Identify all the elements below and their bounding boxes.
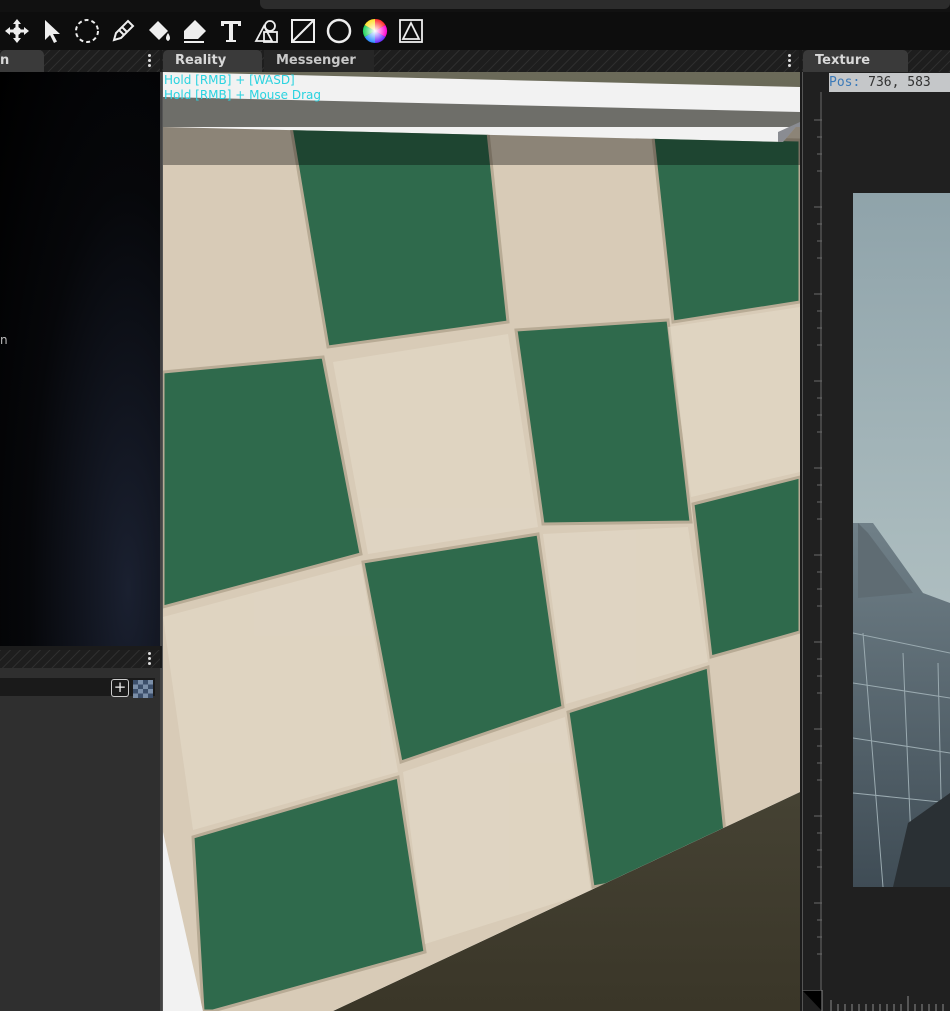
left-lower-header: [0, 650, 160, 668]
window-top-strip: [0, 0, 950, 12]
left-panel-view: n: [0, 72, 162, 646]
position-value: 736, 583: [868, 75, 931, 90]
hint-wasd: Hold [RMB] + [WASD]: [164, 73, 295, 87]
tab-texture[interactable]: Texture: [803, 50, 908, 72]
tab-left-panel-label: n: [0, 53, 10, 68]
position-label: Pos:: [829, 75, 861, 90]
line-icon[interactable]: [288, 16, 318, 46]
text-icon[interactable]: [216, 16, 246, 46]
move-icon[interactable]: [2, 16, 32, 46]
position-readout: Pos: 736, 583: [829, 73, 950, 92]
ellipse-icon[interactable]: [324, 16, 354, 46]
pencil-icon[interactable]: [108, 16, 138, 46]
tiled-slab-3d: [163, 72, 800, 1011]
horizontal-ruler: [802, 990, 944, 1011]
fill-bucket-icon[interactable]: [144, 16, 174, 46]
reality-viewport[interactable]: Hold [RMB] + [WASD] Hold [RMB] + Mouse D…: [162, 72, 800, 1011]
lasso-select-icon[interactable]: [72, 16, 102, 46]
eraser-icon[interactable]: [180, 16, 210, 46]
color-wheel-icon[interactable]: [360, 16, 390, 46]
tab-reality[interactable]: Reality: [163, 50, 262, 72]
tab-reality-label: Reality: [175, 53, 227, 68]
texture-panel-header: Texture: [802, 50, 950, 72]
texture-preview: [853, 193, 950, 887]
left-lower-menu-icon[interactable]: [147, 652, 153, 666]
left-panel-header: n: [0, 50, 160, 72]
hint-mouse-drag: Hold [RMB] + Mouse Drag: [164, 88, 321, 102]
left-panel-label-fragment: n: [0, 333, 8, 347]
transform-icon[interactable]: [396, 16, 426, 46]
left-lower-panel: [0, 668, 162, 1011]
shapes-icon[interactable]: [252, 16, 282, 46]
center-panel-header: Reality Messenger: [162, 50, 799, 72]
center-panel-menu-icon[interactable]: [787, 54, 793, 68]
transparency-checker-icon[interactable]: [133, 680, 153, 698]
add-layer-button[interactable]: +: [111, 679, 129, 697]
vertical-ruler: [814, 92, 822, 992]
title-bar: [260, 0, 950, 9]
tab-messenger-label: Messenger: [276, 53, 356, 68]
tab-messenger[interactable]: Messenger: [264, 50, 374, 72]
layer-strip: [0, 678, 155, 696]
select-arrow-icon[interactable]: [36, 16, 66, 46]
tool-toolbar: [0, 12, 950, 50]
tab-left-panel[interactable]: n: [0, 50, 44, 72]
left-panel-menu-icon[interactable]: [147, 54, 153, 68]
tab-texture-label: Texture: [815, 53, 871, 68]
